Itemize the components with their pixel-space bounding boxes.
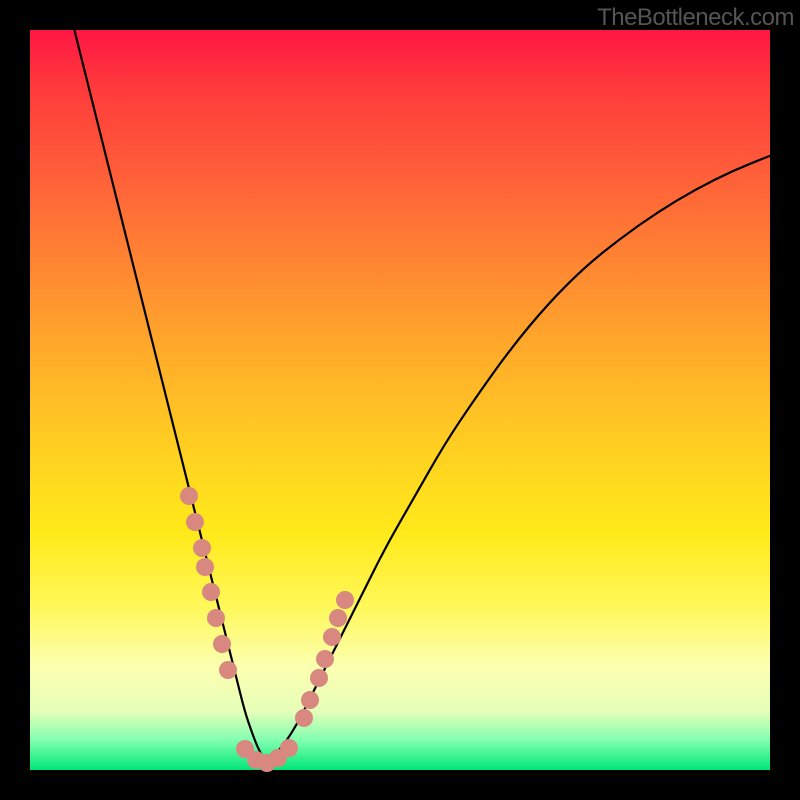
data-point bbox=[196, 558, 214, 576]
curve-layer bbox=[30, 30, 770, 770]
data-point bbox=[207, 609, 225, 627]
data-point bbox=[323, 628, 341, 646]
data-point bbox=[295, 709, 313, 727]
data-point bbox=[329, 609, 347, 627]
data-point bbox=[193, 539, 211, 557]
watermark-text: TheBottleneck.com bbox=[597, 4, 794, 32]
data-point bbox=[213, 635, 231, 653]
data-point bbox=[280, 739, 298, 757]
chart-container: TheBottleneck.com bbox=[0, 0, 800, 800]
data-point bbox=[180, 487, 198, 505]
data-point bbox=[316, 650, 334, 668]
data-point bbox=[301, 691, 319, 709]
data-point bbox=[202, 583, 220, 601]
right-curve bbox=[267, 156, 770, 763]
left-curve bbox=[74, 30, 266, 763]
data-point bbox=[336, 591, 354, 609]
data-point bbox=[219, 661, 237, 679]
data-point bbox=[310, 669, 328, 687]
plot-area bbox=[30, 30, 770, 770]
data-point bbox=[186, 513, 204, 531]
